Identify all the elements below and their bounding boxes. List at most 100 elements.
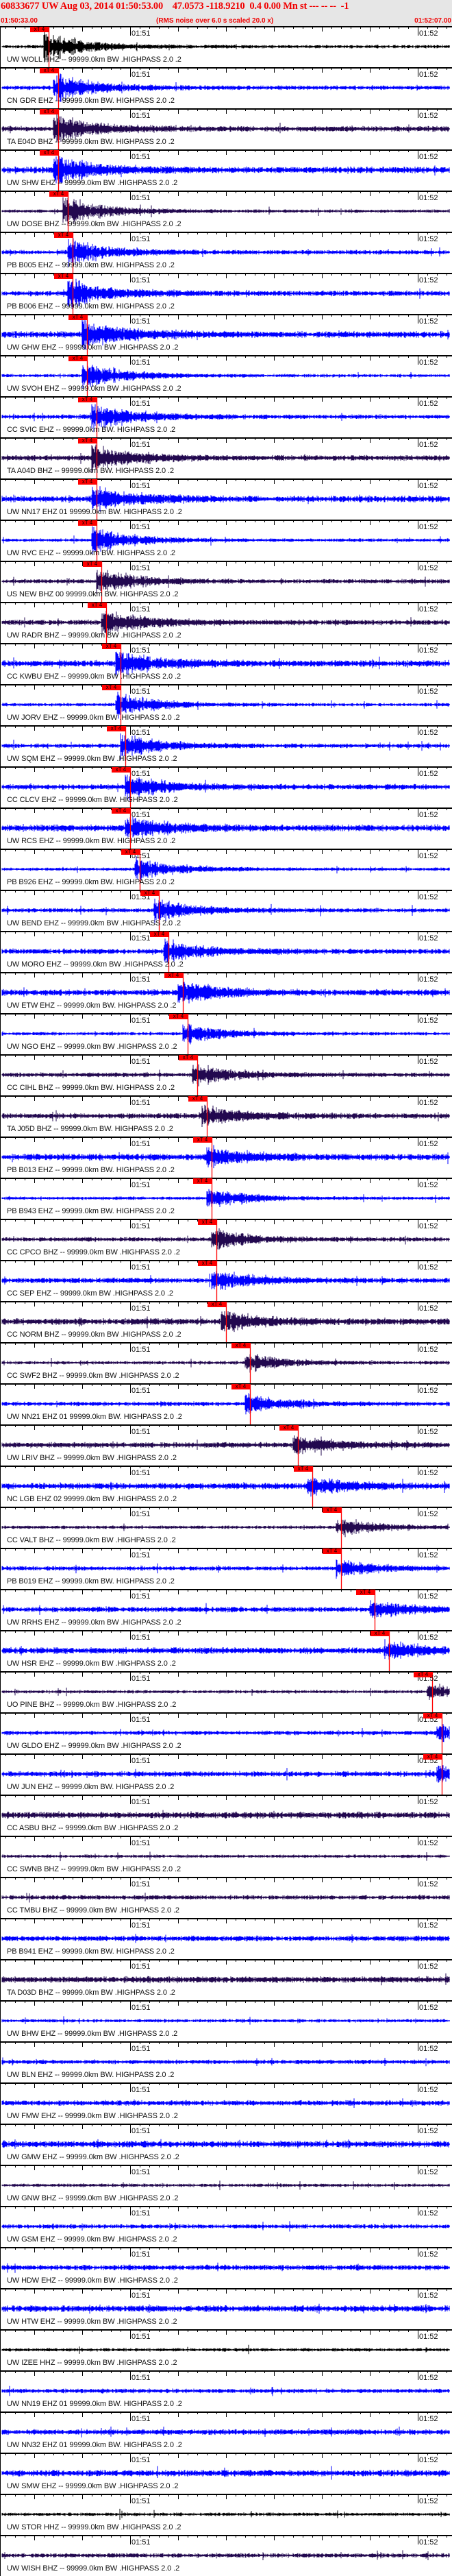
pick-marker[interactable]: xT 4: [83, 561, 101, 567]
channel-label: CC KWBU EHZ -- 99999.0km BW .HIGHPASS 2.…: [7, 672, 181, 681]
pick-marker[interactable]: xT 4: [423, 1713, 442, 1718]
pick-marker[interactable]: xT 4: [54, 232, 73, 238]
pick-marker[interactable]: xT 4: [68, 315, 87, 320]
pick-marker[interactable]: xT 4: [279, 1425, 298, 1431]
trace-panel: 01:51 01:52 xT 4 UW ETW EHZ -- 99999.0km BW…: [0, 972, 452, 1013]
time-mark-label: 01:51: [131, 770, 151, 778]
pick-marker[interactable]: xT 4: [78, 438, 97, 443]
pick-marker[interactable]: xT 4: [121, 849, 140, 855]
time-ticks: [5, 2165, 447, 2174]
pick-marker[interactable]: xT 4: [78, 479, 97, 485]
time-mark-label: 01:52: [419, 2250, 438, 2259]
trace-panel: 01:51 01:52 xT 4 PB B019 EHZ -- 99999.0km B…: [0, 1548, 452, 1589]
trace-panel: 01:51 01:52 xT 4 UW SHW EHZ -- 99999.0km BW…: [0, 149, 452, 191]
channel-label: CC CLCV EHZ -- 99999.0km BW. HIGHPASS 2.…: [7, 796, 178, 804]
pick-marker[interactable]: xT 4: [423, 1754, 442, 1760]
time-mark-label: 01:51: [131, 1510, 151, 1518]
time-mark-label: 01:51: [131, 1428, 151, 1436]
time-ticks: [5, 1219, 447, 1228]
time-ticks: [5, 1178, 447, 1187]
channel-label: TA E04D BHZ -- 99999.0km BW. HIGHPASS 2.…: [7, 138, 175, 146]
pick-marker[interactable]: xT 4: [193, 1178, 212, 1184]
waveform: [1, 2180, 450, 2191]
time-mark-label: 01:51: [131, 688, 151, 696]
channel-label: CC SWNB BHZ -- 99999.0km BW .HIGHPASS 2.…: [7, 1865, 181, 1873]
pick-marker[interactable]: xT 4: [102, 685, 121, 690]
pick-marker[interactable]: xT 4: [54, 274, 73, 279]
pick-marker[interactable]: xT 4: [198, 1219, 216, 1225]
trace-panel: 01:51 01:52 xT 4 CC NORM BHZ -- 99999.0km B…: [0, 1301, 452, 1342]
time-mark-label: 01:51: [131, 2168, 151, 2176]
time-mark-label: 01:51: [131, 2086, 151, 2094]
waveform: [1, 2550, 450, 2560]
waveform: [1, 2466, 450, 2480]
time-mark-label: 01:51: [131, 112, 151, 120]
pick-marker[interactable]: xT 4: [49, 191, 68, 197]
channel-label: UW SQM EHZ -- 99999.0km BW .HIGHPASS 2.0…: [7, 755, 177, 763]
time-mark-label: 01:51: [131, 1880, 151, 1888]
time-mark-label: 01:52: [419, 523, 438, 531]
pick-marker[interactable]: xT 4: [107, 726, 125, 731]
trace-panel: 01:51 01:52 UW GNW BHZ -- 99999.0km BW .HI…: [0, 2165, 452, 2206]
pick-marker[interactable]: xT 4: [188, 1096, 207, 1102]
waveform: [1, 2344, 450, 2355]
channel-label: UW RCS EHZ -- 99999.0km BW. HIGHPASS 2.0…: [7, 837, 176, 845]
waveform: [1, 2303, 450, 2314]
time-mark-label: 01:52: [419, 71, 438, 79]
time-ticks: [5, 1671, 447, 1681]
trace-panel: 01:51 01:52 xT 4 UW RRHS EHZ -- 99999.0km B…: [0, 1589, 452, 1630]
time-mark-label: 01:51: [131, 1140, 151, 1148]
trace-panel: 01:51 01:52 xT 4 UW GHW EHZ -- 99999.0km BW…: [0, 314, 452, 355]
pick-marker[interactable]: xT 4: [414, 1672, 432, 1677]
trace-panel: 01:51 01:52 UW FMW EHZ -- 99999.0km BW .HI…: [0, 2082, 452, 2124]
time-mark-label: 01:51: [131, 2415, 151, 2423]
time-mark-label: 01:52: [419, 1633, 438, 1642]
pick-marker[interactable]: xT 4: [193, 1137, 212, 1143]
pick-marker[interactable]: xT 4: [102, 644, 121, 649]
pick-marker[interactable]: xT 4: [88, 603, 106, 608]
time-mark-label: 01:51: [131, 276, 151, 284]
pick-marker[interactable]: xT 4: [112, 808, 130, 814]
trace-panel: 01:51 01:52 xT 4 CC SVIC EHZ -- 99999.0km B…: [0, 396, 452, 437]
pick-marker[interactable]: xT 4: [323, 1507, 341, 1513]
channel-label: NC LGB EHZ 02 99999.0km BW .HIGHPASS 2.0…: [7, 1495, 177, 1503]
pick-marker[interactable]: xT 4: [40, 68, 58, 73]
time-ticks: [5, 149, 447, 159]
event-title: 60833677 UW Aug 03, 2014 01:50:53.00 47.…: [1, 1, 349, 12]
waveform: [1, 1600, 450, 1619]
pick-marker[interactable]: xT 4: [208, 1302, 226, 1307]
pick-marker[interactable]: xT 4: [294, 1466, 312, 1472]
time-mark-label: 01:51: [131, 359, 151, 367]
waveform: [1, 1271, 450, 1290]
time-mark-label: 01:52: [419, 2374, 438, 2382]
waveform: [1, 1519, 450, 1538]
pick-marker[interactable]: xT 4: [179, 1055, 197, 1060]
pick-marker[interactable]: xT 4: [323, 1548, 341, 1554]
pick-marker[interactable]: xT 4: [140, 890, 159, 896]
end-time: 01:52:07.00: [414, 17, 451, 25]
pick-marker[interactable]: xT 4: [356, 1590, 375, 1595]
pick-marker[interactable]: xT 4: [169, 1014, 188, 1019]
pick-marker[interactable]: xT 4: [198, 1261, 216, 1266]
pick-marker[interactable]: xT 4: [164, 973, 183, 978]
pick-marker[interactable]: xT 4: [231, 1384, 250, 1389]
channel-label: UW WISH BHZ -- 99999.0km BW .HIGHPASS 2.…: [7, 2564, 180, 2573]
pick-marker[interactable]: xT 4: [112, 767, 130, 773]
trace-panel: 01:51 01:52 xT 4 CC SEP EHZ -- 99999.0km BW…: [0, 1260, 452, 1301]
pick-marker[interactable]: xT 4: [78, 397, 97, 402]
pick-marker[interactable]: xT 4: [68, 356, 87, 361]
trace-panel: 01:51 01:52 xT 4 PB B005 EHZ -- 99999.0km B…: [0, 232, 452, 273]
time-mark-label: 01:51: [131, 29, 151, 38]
channel-label: PB B926 EHZ -- 99999.0km BW. HIGHPASS 2.…: [7, 878, 175, 886]
pick-marker[interactable]: xT 4: [30, 27, 49, 32]
pick-marker[interactable]: xT 4: [150, 932, 168, 937]
pick-marker[interactable]: xT 4: [78, 520, 97, 526]
channel-label: CC CPCO BHZ -- 99999.0km BW .HIGHPASS 2.…: [7, 1248, 180, 1256]
time-ticks: [5, 2000, 447, 2010]
waveform: [1, 2427, 450, 2438]
pick-marker[interactable]: xT 4: [371, 1631, 389, 1636]
pick-marker[interactable]: xT 4: [40, 109, 58, 114]
pick-marker[interactable]: xT 4: [40, 150, 58, 156]
pick-marker[interactable]: xT 4: [231, 1343, 250, 1348]
waveform: [1, 1851, 450, 1862]
